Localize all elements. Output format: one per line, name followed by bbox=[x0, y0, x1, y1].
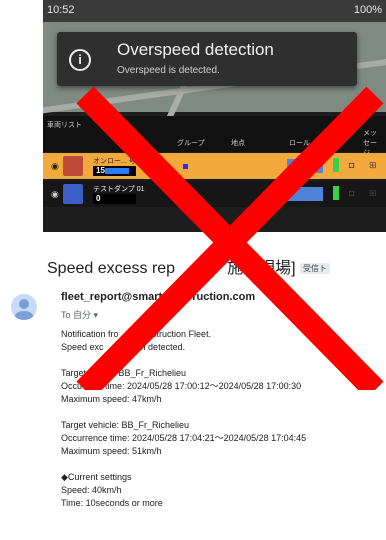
body-line: Time: 10seconds or more bbox=[61, 498, 163, 508]
body-line: Maximum speed: 51km/h bbox=[61, 446, 162, 456]
body-line: Maximum speed: 47km/h bbox=[61, 394, 162, 404]
status-time: 10:52 bbox=[47, 4, 75, 16]
body-line: Occurrence time: 2024/05/28 17:04:21～202… bbox=[61, 433, 307, 443]
body-line: Target vehicle: BB_Fr_Richelieu bbox=[61, 420, 190, 430]
toast-title: Overspeed detection bbox=[117, 40, 274, 59]
red-cross-mark bbox=[76, 86, 384, 390]
body-line: ◆Current settings bbox=[61, 472, 132, 482]
battery-level: 100% bbox=[353, 4, 382, 16]
body-line: Speed: 40km/h bbox=[61, 485, 122, 495]
status-bar: 10:52 100% bbox=[43, 0, 386, 22]
avatar bbox=[11, 294, 37, 320]
